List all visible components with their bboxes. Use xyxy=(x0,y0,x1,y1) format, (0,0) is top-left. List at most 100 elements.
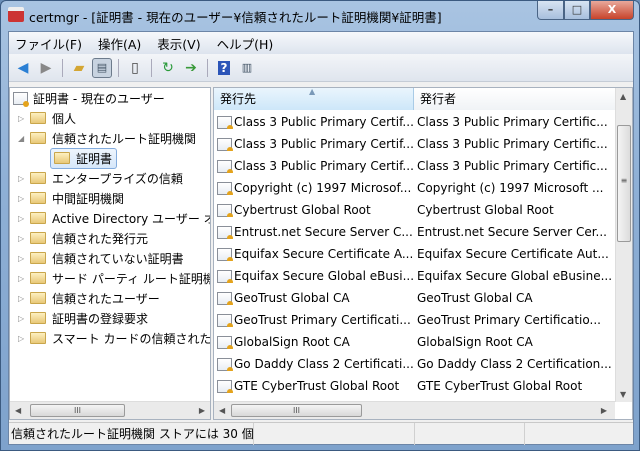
tree-item-label: 中間証明機関 xyxy=(52,191,125,206)
expand-arrow-icon[interactable]: ▷ xyxy=(18,114,30,123)
status-panel xyxy=(254,423,415,445)
menu-action[interactable]: 操作(A) xyxy=(98,34,141,53)
scroll-thumb[interactable]: III xyxy=(30,404,125,417)
expand-arrow-icon[interactable]: ▷ xyxy=(18,334,30,343)
sort-ascending-icon: ▲ xyxy=(309,87,316,96)
table-row[interactable]: Equifax Secure Global eBusi... Equifax Se… xyxy=(214,265,615,287)
tree-item-label: 信頼されていない証明書 xyxy=(52,251,184,266)
scroll-left-icon[interactable]: ◀ xyxy=(15,406,21,415)
refresh-icon[interactable]: ↻ xyxy=(158,58,178,78)
issued-by: Go Daddy Class 2 Certification... xyxy=(417,357,612,371)
tree-item-label: 個人 xyxy=(52,111,77,126)
table-row[interactable]: Go Daddy Class 2 Certificati... Go Daddy … xyxy=(214,353,615,375)
clipboard-icon[interactable]: ▯ xyxy=(125,58,145,78)
certificate-icon xyxy=(217,203,233,217)
back-icon[interactable]: ◀ xyxy=(13,58,33,78)
forward-icon[interactable]: ▶ xyxy=(36,58,56,78)
table-row[interactable]: Class 3 Public Primary Certif... Class 3 … xyxy=(214,111,615,133)
minimize-button[interactable]: – xyxy=(537,1,564,20)
maximize-button[interactable]: □ xyxy=(564,1,590,20)
table-row[interactable]: Class 3 Public Primary Certif... Class 3 … xyxy=(214,155,615,177)
expand-arrow-icon[interactable]: ▷ xyxy=(18,274,30,283)
status-panel xyxy=(415,423,525,445)
export-list-icon[interactable]: ➔ xyxy=(181,58,201,78)
table-row[interactable]: GeoTrust Primary Certificati... GeoTrust … xyxy=(214,309,615,331)
table-row[interactable]: GeoTrust Global CA GeoTrust Global CA xyxy=(214,287,615,309)
window: certmgr - [証明書 - 現在のユーザー¥信頼されたルート証明機関¥証明… xyxy=(0,0,640,451)
issued-by: Copyright (c) 1997 Microsoft ... xyxy=(417,181,604,195)
menu-help[interactable]: ヘルプ(H) xyxy=(217,34,274,53)
folder-icon xyxy=(30,252,46,264)
status-bar: 信頼されたルート証明機関 ストアには 30 個の証明書が xyxy=(9,422,633,445)
client-area: ファイル(F) 操作(A) 表示(V) ヘルプ(H) ◀ ▶ ▰ ▤ ▯ ↻ ➔… xyxy=(8,31,634,445)
folder-icon xyxy=(30,332,46,344)
table-row[interactable]: GlobalSign Root CA GlobalSign Root CA xyxy=(214,331,615,353)
table-row[interactable]: Class 3 Public Primary Certif... Class 3 … xyxy=(214,133,615,155)
folder-icon xyxy=(30,132,46,144)
up-folder-icon[interactable]: ▰ xyxy=(69,58,89,78)
table-row[interactable]: Entrust.net Secure Server C... Entrust.ne… xyxy=(214,221,615,243)
table-row[interactable]: Equifax Secure Certificate A... Equifax S… xyxy=(214,243,615,265)
tree-item[interactable]: ▷ 中間証明機関 xyxy=(18,188,124,208)
list-horizontal-scrollbar[interactable]: ◀ III ▶ xyxy=(214,401,615,419)
tree-horizontal-scrollbar[interactable]: ◀ III ▶ xyxy=(10,401,210,419)
tree-item[interactable]: ▷ 個人 xyxy=(18,108,76,128)
scroll-left-icon[interactable]: ◀ xyxy=(219,406,225,415)
tree-item[interactable]: ▷ 信頼された発行元 xyxy=(18,228,148,248)
folder-icon xyxy=(30,312,46,324)
scroll-thumb[interactable]: ≡ xyxy=(617,125,631,242)
scroll-down-icon[interactable]: ▼ xyxy=(620,390,626,399)
table-row[interactable]: Cybertrust Global Root Cybertrust Global … xyxy=(214,199,615,221)
tree-item[interactable]: ◢ 信頼されたルート証明機関 xyxy=(18,128,196,148)
list-vertical-scrollbar[interactable]: ▲ ≡ ▼ xyxy=(615,88,632,402)
folder-icon xyxy=(30,172,46,184)
close-button[interactable]: X xyxy=(590,1,634,20)
issued-to: GTE CyberTrust Global Root xyxy=(234,379,400,393)
scroll-right-icon[interactable]: ▶ xyxy=(199,406,205,415)
issued-by: Class 3 Public Primary Certific... xyxy=(417,115,608,129)
menu-bar: ファイル(F) 操作(A) 表示(V) ヘルプ(H) xyxy=(9,32,633,54)
scroll-up-icon[interactable]: ▲ xyxy=(620,92,626,101)
certificate-icon xyxy=(217,247,233,261)
issued-by: GeoTrust Primary Certificatio... xyxy=(417,313,601,327)
expand-arrow-icon[interactable]: ▷ xyxy=(18,314,30,323)
menu-file[interactable]: ファイル(F) xyxy=(15,34,82,53)
expand-arrow-icon[interactable]: ▷ xyxy=(18,194,30,203)
menu-view[interactable]: 表示(V) xyxy=(157,34,200,53)
expand-arrow-icon[interactable]: ▷ xyxy=(18,234,30,243)
column-issued-to[interactable]: ▲ 発行先 xyxy=(214,88,414,110)
expand-arrow-icon[interactable]: ▷ xyxy=(18,174,30,183)
action-pane-icon[interactable]: ▥ xyxy=(237,58,257,78)
tree-item[interactable]: ▷ エンタープライズの信頼 xyxy=(18,168,183,188)
issued-to: Copyright (c) 1997 Microsof... xyxy=(234,181,412,195)
folder-icon xyxy=(30,212,46,224)
expand-arrow-icon[interactable]: ▷ xyxy=(18,214,30,223)
collapse-arrow-icon[interactable]: ◢ xyxy=(18,134,30,143)
issued-by: Cybertrust Global Root xyxy=(417,203,554,217)
issued-to: GlobalSign Root CA xyxy=(234,335,350,349)
help-icon[interactable]: ? xyxy=(214,58,234,78)
tree-item[interactable]: 証明書 xyxy=(50,147,118,169)
scroll-thumb[interactable]: III xyxy=(231,404,362,417)
tree-item-label: 信頼されたルート証明機関 xyxy=(52,131,197,146)
tree-item[interactable]: ▷ サード パーティ ルート証明機関 xyxy=(18,268,210,288)
tree-item[interactable]: ▷ スマート カードの信頼されたルート xyxy=(18,328,210,348)
expand-arrow-icon[interactable]: ▷ xyxy=(18,254,30,263)
show-hide-tree-icon[interactable]: ▤ xyxy=(92,57,112,78)
issued-by: Equifax Secure Certificate Aut... xyxy=(417,247,609,261)
tree-root[interactable]: 証明書 - 現在のユーザー xyxy=(13,88,165,108)
expand-arrow-icon[interactable]: ▷ xyxy=(18,294,30,303)
folder-icon xyxy=(30,112,46,124)
table-row[interactable]: Copyright (c) 1997 Microsof... Copyright … xyxy=(214,177,615,199)
tree-item-label: 信頼されたユーザー xyxy=(52,291,160,306)
issued-to: Cybertrust Global Root xyxy=(234,203,371,217)
column-issued-by[interactable]: 発行者 xyxy=(414,88,615,110)
toolbar-separator xyxy=(118,58,119,77)
table-row[interactable]: GTE CyberTrust Global Root GTE CyberTrust… xyxy=(214,375,615,397)
tree-item[interactable]: ▷ 信頼されたユーザー xyxy=(18,288,160,308)
tree-item[interactable]: ▷ 証明書の登録要求 xyxy=(18,308,148,328)
tree-item-label: 証明書の登録要求 xyxy=(52,311,149,326)
scroll-right-icon[interactable]: ▶ xyxy=(601,406,607,415)
tree-item[interactable]: ▷ Active Directory ユーザー オ xyxy=(18,208,210,228)
tree-item[interactable]: ▷ 信頼されていない証明書 xyxy=(18,248,184,268)
